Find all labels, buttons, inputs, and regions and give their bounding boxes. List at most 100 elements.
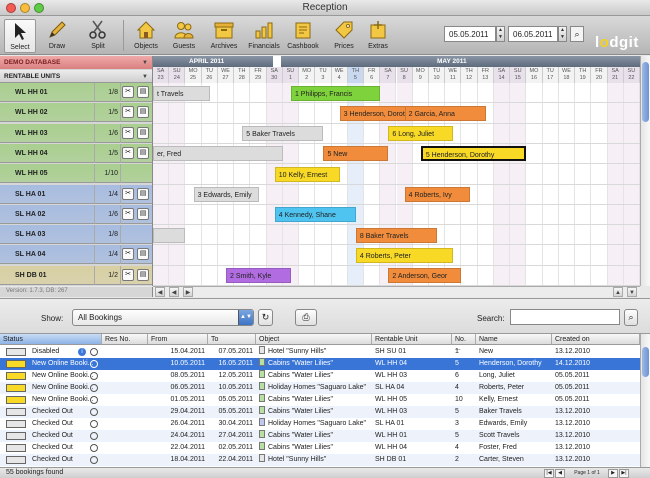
print-button[interactable]: ⎙ (295, 309, 317, 326)
draw-tool-button[interactable]: Draw (42, 19, 72, 53)
view-filter-selector[interactable]: RENTABLE UNITS ▼ (0, 70, 152, 83)
booking-bar[interactable]: 2 Anderson, Geor (388, 268, 462, 284)
detail-arrow-icon[interactable] (90, 384, 98, 392)
booking-calendar[interactable]: APRIL 2011 MAY 2011 SA 23 SU 24 MO 25 TU 26 WE 27… (153, 56, 640, 286)
sidebar-unit-row[interactable]: WL HH 05 1/10 (0, 164, 152, 184)
sidebar-unit-row[interactable]: SL HA 02 1/6 ✂ ▤ (0, 204, 152, 224)
detail-arrow-icon[interactable] (90, 360, 98, 368)
cleaning-status-icon[interactable]: ✂ (122, 248, 134, 261)
notes-icon[interactable]: ▤ (137, 86, 149, 98)
column-header[interactable]: From (148, 334, 208, 345)
column-header[interactable]: Status (0, 334, 102, 345)
next-page-button[interactable]: ▶ (608, 469, 618, 478)
booking-bar[interactable]: 4 Roberts, Peter (355, 247, 454, 263)
database-selector[interactable]: DEMO DATABASE ▼ (0, 56, 152, 69)
show-filter-select[interactable]: All Bookings ▲▼ (72, 309, 254, 326)
cleaning-status-icon[interactable]: ✂ (122, 126, 134, 139)
booking-bar[interactable]: 6 Long, Juliet (388, 126, 454, 142)
column-header[interactable]: Object (256, 334, 372, 345)
sidebar-unit-row[interactable]: SH DB 01 1/2 ✂ ▤ (0, 265, 152, 285)
last-page-button[interactable]: ▶| (619, 469, 629, 478)
notes-icon[interactable]: ▤ (137, 268, 149, 281)
detail-arrow-icon[interactable] (90, 408, 98, 416)
booking-bar[interactable]: t Travels (153, 85, 210, 101)
sidebar-unit-row[interactable]: SL HA 04 1/4 ✂ ▤ (0, 245, 152, 265)
notes-icon[interactable]: ▤ (137, 207, 149, 220)
detail-arrow-icon[interactable] (90, 420, 98, 428)
booking-bar[interactable]: 3 Henderson, Doroth (339, 105, 413, 121)
date-from-field[interactable]: 05.05.2011 (444, 26, 496, 42)
booking-bar[interactable]: 2 Smith, Kyle (226, 268, 291, 284)
search-button[interactable]: ⌕ (624, 309, 638, 326)
date-to-stepper[interactable]: ▲ ▼ (558, 26, 567, 42)
split-tool-button[interactable]: Split (82, 19, 114, 53)
detail-arrow-icon[interactable] (90, 348, 98, 356)
notes-icon[interactable]: ▤ (137, 248, 149, 261)
cleaning-status-icon[interactable]: ✂ (122, 106, 134, 119)
date-search-button[interactable]: ⌕ (570, 26, 584, 42)
zoom-window-button[interactable] (34, 3, 44, 13)
scroll-right-button[interactable]: ▶ (183, 287, 193, 297)
booking-bar[interactable]: 5 New (323, 146, 389, 162)
sidebar-unit-row[interactable]: WL HH 04 1/5 ✂ ▤ (0, 143, 152, 163)
select-tool-button[interactable]: Select (4, 19, 36, 53)
detail-arrow-icon[interactable] (90, 456, 98, 464)
booking-bar[interactable]: 5 Baker Travels (242, 126, 324, 142)
cleaning-status-icon[interactable]: ✂ (122, 268, 134, 281)
sidebar-unit-row[interactable]: SL HA 01 1/4 ✂ ▤ (0, 184, 152, 204)
date-to-field[interactable]: 06.05.2011 (508, 26, 558, 42)
column-header[interactable]: Created on (552, 334, 640, 345)
table-row[interactable]: New Online Booki... 08.05.2011 12.05.2011 C… (0, 370, 640, 382)
scroll-left-fast-button[interactable]: ◀ (169, 287, 179, 297)
table-row[interactable]: New Online Booki... 10.05.2011 16.05.2011 C… (0, 358, 640, 370)
table-row[interactable]: Checked Out 18.04.2011 22.04.2011 Hotel "Su… (0, 454, 640, 466)
column-header[interactable]: No. ... (452, 334, 476, 352)
booking-bar[interactable]: 4 Roberts, Ivy (404, 187, 470, 202)
sidebar-unit-row[interactable]: WL HH 03 1/6 ✂ ▤ (0, 123, 152, 143)
cleaning-status-icon[interactable]: ✂ (122, 146, 134, 159)
first-page-button[interactable]: |◀ (544, 469, 554, 478)
table-row[interactable]: Disabled i 15.04.2011 07.05.2011 Hotel "Sunn… (0, 346, 640, 358)
archives-button[interactable]: Archives (206, 19, 242, 53)
cleaning-status-icon[interactable]: ✂ (122, 86, 134, 98)
booking-bar[interactable]: 10 Kelly, Ernest (274, 166, 340, 182)
cleaning-status-icon[interactable]: ✂ (122, 207, 134, 220)
column-header[interactable]: Name (476, 334, 552, 345)
booking-bar[interactable]: 8 Baker Travels (355, 227, 438, 243)
scroll-left-button[interactable]: ◀ (155, 287, 165, 297)
calendar-vertical-scrollbar[interactable] (640, 56, 650, 286)
booking-bar[interactable]: 1 Philipps, Francis (290, 85, 381, 101)
detail-arrow-icon[interactable] (90, 444, 98, 452)
booking-bar[interactable]: 2 Garcia, Anna (404, 105, 486, 121)
column-header[interactable]: Res No. (102, 334, 148, 345)
scroll-down-button[interactable]: ▼ (627, 287, 637, 297)
prices-button[interactable]: Prices (328, 19, 360, 53)
booking-bar[interactable]: er, Fred (153, 146, 283, 162)
guests-button[interactable]: Guests (168, 19, 200, 53)
table-row[interactable]: Checked Out 26.04.2011 30.04.2011 Holiday H… (0, 418, 640, 430)
info-icon[interactable]: i (78, 348, 86, 356)
notes-icon[interactable]: ▤ (137, 187, 149, 200)
notes-icon[interactable]: ▤ (137, 106, 149, 119)
column-header[interactable]: To (208, 334, 256, 345)
date-from-stepper[interactable]: ▲ ▼ (496, 26, 505, 42)
booking-bar[interactable]: 3 Edwards, Emily (193, 187, 259, 202)
scroll-up-button[interactable]: ▲ (613, 287, 623, 297)
table-row[interactable]: Checked Out 22.04.2011 02.05.2011 Cabins "W… (0, 442, 640, 454)
sidebar-unit-row[interactable]: WL HH 02 1/5 ✂ ▤ (0, 103, 152, 123)
close-window-button[interactable] (6, 3, 16, 13)
cleaning-status-icon[interactable]: ✂ (122, 187, 134, 200)
objects-button[interactable]: Objects (130, 19, 162, 53)
booking-bar[interactable] (153, 227, 186, 243)
cashbook-button[interactable]: Cashbook (284, 19, 322, 53)
calendar-horizontal-scrollbar[interactable]: ◀ ◀ ▶ ▲ ▼ (153, 286, 640, 297)
prev-page-button[interactable]: ◀ (555, 469, 565, 478)
detail-arrow-icon[interactable] (90, 372, 98, 380)
booking-search-input[interactable] (510, 309, 620, 325)
notes-icon[interactable]: ▤ (137, 146, 149, 159)
sidebar-unit-row[interactable]: SL HA 03 1/8 (0, 225, 152, 245)
table-row[interactable]: Checked Out 24.04.2011 27.04.2011 Cabins "W… (0, 430, 640, 442)
refresh-button[interactable]: ↻ (258, 309, 273, 326)
booking-bar[interactable]: 4 Kennedy, Shane (274, 207, 356, 223)
column-header[interactable]: Rentable Unit (372, 334, 452, 345)
